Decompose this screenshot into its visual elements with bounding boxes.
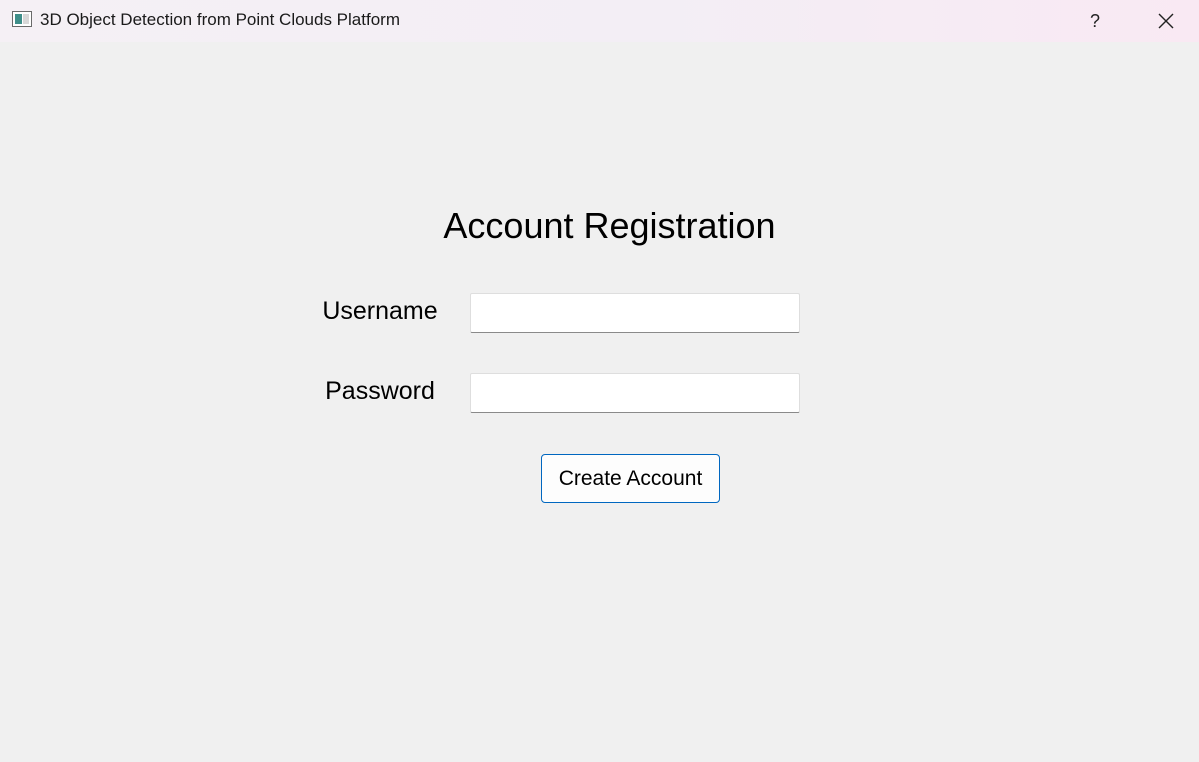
window-title: 3D Object Detection from Point Clouds Pl… [40, 10, 400, 29]
registration-window: 3D Object Detection from Point Clouds Pl… [0, 0, 1199, 762]
app-icon-pane-right [23, 14, 29, 24]
password-input[interactable] [470, 373, 800, 413]
title-bar[interactable]: 3D Object Detection from Point Clouds Pl… [0, 0, 1199, 42]
create-account-button[interactable]: Create Account [541, 454, 720, 503]
password-label: Password [325, 377, 435, 405]
page-title: Account Registration [443, 205, 776, 246]
close-icon [1158, 13, 1174, 29]
close-button[interactable] [1146, 4, 1186, 38]
username-input[interactable] [470, 293, 800, 333]
app-icon-pane-left [15, 14, 22, 24]
help-button[interactable]: ? [1076, 4, 1114, 38]
app-window-icon [12, 11, 32, 27]
username-label: Username [322, 297, 438, 325]
